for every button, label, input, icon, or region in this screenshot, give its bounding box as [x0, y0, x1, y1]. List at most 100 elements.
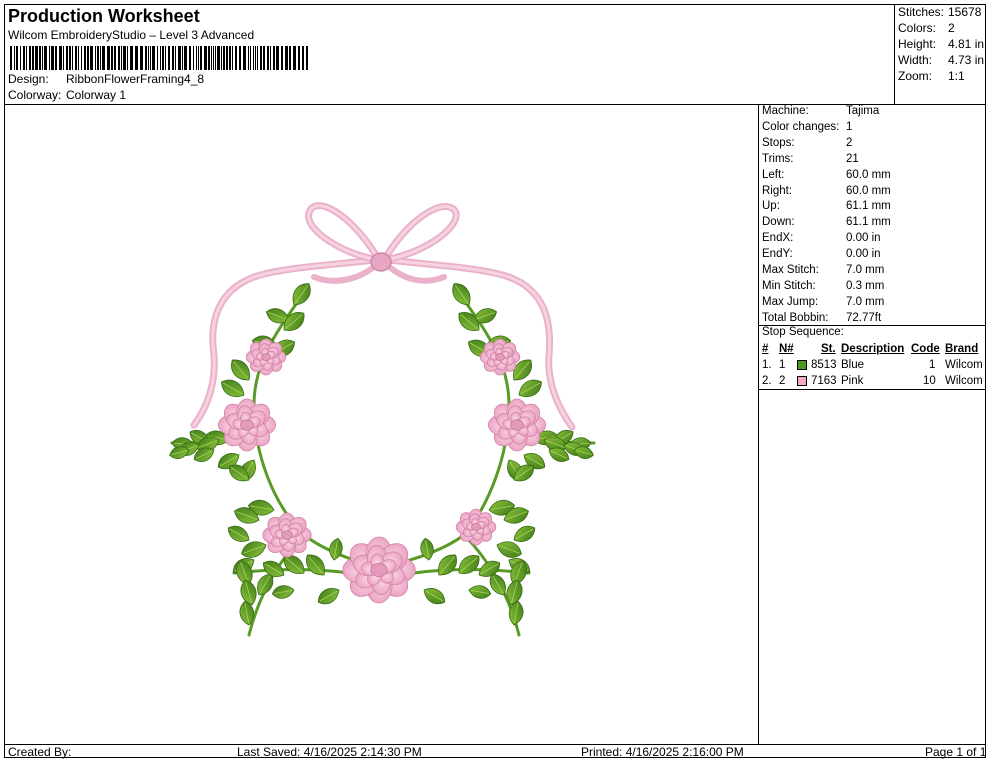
- info-value: Tajima: [846, 105, 880, 117]
- info-value: 7.0 mm: [846, 264, 885, 276]
- machine-info-row: Stops: 2: [762, 137, 984, 153]
- machine-info-row: Color changes: 1: [762, 121, 984, 137]
- col-header-num: #: [762, 343, 769, 355]
- row-num: 1.: [762, 359, 772, 371]
- stat-width: Width: 4.73 in: [898, 53, 984, 69]
- rose-flower: [342, 536, 416, 604]
- rose-flower: [217, 398, 276, 452]
- barcode-image: [10, 46, 308, 70]
- created-by: Created By:: [8, 745, 72, 759]
- info-label: Max Jump:: [762, 295, 819, 308]
- col-header-description: Description: [841, 343, 905, 355]
- info-value: 21: [846, 152, 859, 165]
- rose-flower: [487, 398, 547, 452]
- machine-info-row: EndY: 0.00 in: [762, 248, 984, 264]
- page-number: Page 1 of 1: [925, 745, 987, 759]
- rose-flower: [455, 508, 497, 546]
- info-value: 72.77ft: [846, 311, 882, 324]
- stat-value: 2: [948, 21, 955, 35]
- color-swatch: [797, 376, 807, 386]
- info-value: 61.1 mm: [846, 216, 891, 229]
- page-title: Production Worksheet: [8, 6, 200, 26]
- info-label: Right:: [762, 184, 793, 197]
- software-subtitle: Wilcom EmbroideryStudio – Level 3 Advanc…: [8, 28, 255, 42]
- info-label: Min Stitch:: [762, 279, 816, 292]
- col-header-code: Code: [911, 343, 940, 355]
- row-brand: Wilcom: [945, 359, 983, 371]
- row-code: 10: [923, 375, 936, 387]
- info-value: 0.3 mm: [846, 279, 885, 292]
- machine-info-row: Min Stitch: 0.3 mm: [762, 280, 984, 296]
- machine-info-row: Down: 61.1 mm: [762, 216, 984, 232]
- row-n: 1: [779, 359, 786, 371]
- info-value: 0.00 in: [846, 248, 881, 261]
- embroidery-design-image: [169, 202, 596, 637]
- row-st: 8513: [811, 359, 837, 371]
- info-label: Stops:: [762, 136, 795, 149]
- stat-value: 4.73 in: [948, 53, 985, 67]
- printed-date: Printed: 4/16/2025 2:16:00 PM: [581, 745, 744, 759]
- rose-flower: [262, 512, 312, 558]
- machine-info-row: Right: 60.0 mm: [762, 185, 984, 201]
- stat-stitches: Stitches: 15678: [898, 5, 984, 21]
- stat-value: 4.81 in: [948, 37, 985, 51]
- machine-info-row: Max Jump: 7.0 mm: [762, 296, 984, 312]
- design-value: RibbonFlowerFraming4_8: [66, 72, 205, 86]
- info-label: EndY:: [762, 248, 793, 261]
- info-label: Max Stitch:: [762, 264, 819, 276]
- row-description: Blue: [841, 359, 865, 371]
- row-st: 7163: [811, 375, 837, 387]
- info-label: Trims:: [762, 152, 794, 165]
- colorway-value: Colorway 1: [66, 88, 127, 102]
- stat-colors: Colors: 2: [898, 21, 984, 37]
- ribbon-knot: [370, 252, 392, 272]
- design-preview: [4, 105, 759, 745]
- rose-flower: [245, 338, 287, 376]
- worksheet-footer: Created By: Last Saved: 4/16/2025 2:14:3…: [4, 744, 987, 759]
- stop-sequence-label: Stop Sequence:: [762, 326, 844, 338]
- stat-value: 15678: [948, 5, 982, 19]
- info-value: 0.00 in: [846, 232, 881, 245]
- info-value: 2: [846, 136, 853, 149]
- info-value: 60.0 mm: [846, 184, 891, 197]
- stop-sequence-panel: Stop Sequence: # N# St. Description Code…: [759, 325, 986, 387]
- info-label: Total Bobbin:: [762, 311, 829, 324]
- machine-info-row: Trims: 21: [762, 153, 984, 169]
- row-description: Pink: [841, 375, 864, 387]
- info-value: 60.0 mm: [846, 168, 891, 181]
- row-code: 1: [929, 359, 936, 371]
- row-brand: Wilcom: [945, 375, 983, 387]
- stat-label: Height:: [898, 37, 937, 51]
- stat-height: Height: 4.81 in: [898, 37, 984, 53]
- row-num: 2.: [762, 375, 772, 387]
- machine-info-row: Left: 60.0 mm: [762, 169, 984, 185]
- color-swatch: [797, 360, 807, 370]
- ribbon-graphic: [190, 202, 576, 431]
- col-header-brand: Brand: [945, 343, 979, 355]
- machine-info-row: EndX: 0.00 in: [762, 232, 984, 248]
- info-value: 61.1 mm: [846, 200, 891, 213]
- machine-info-row: Machine: Tajima: [762, 105, 984, 121]
- divider: [759, 389, 986, 390]
- col-header-st: St.: [821, 343, 836, 355]
- design-label: Design:: [8, 72, 49, 86]
- rose-flower: [479, 338, 521, 376]
- info-value: 1: [846, 120, 853, 133]
- last-saved: Last Saved: 4/16/2025 2:14:30 PM: [237, 745, 422, 759]
- machine-info-row: Max Stitch: 7.0 mm: [762, 264, 984, 280]
- info-label: EndX:: [762, 232, 794, 245]
- stat-label: Colors:: [898, 21, 937, 35]
- design-stats: Stitches: 15678 Colors: 2 Height: 4.81 in W…: [895, 4, 986, 105]
- row-n: 2: [779, 375, 786, 387]
- col-header-n: N#: [779, 343, 794, 355]
- stat-label: Zoom:: [898, 69, 933, 83]
- info-label: Left:: [762, 168, 785, 181]
- info-label: Up:: [762, 200, 780, 213]
- stat-label: Stitches:: [898, 5, 945, 19]
- stat-value: 1:1: [948, 69, 965, 83]
- stat-zoom: Zoom: 1:1: [898, 69, 984, 85]
- colorway-label: Colorway:: [8, 88, 62, 102]
- info-label: Color changes:: [762, 120, 840, 133]
- info-label: Down:: [762, 216, 795, 229]
- info-value: 7.0 mm: [846, 295, 885, 308]
